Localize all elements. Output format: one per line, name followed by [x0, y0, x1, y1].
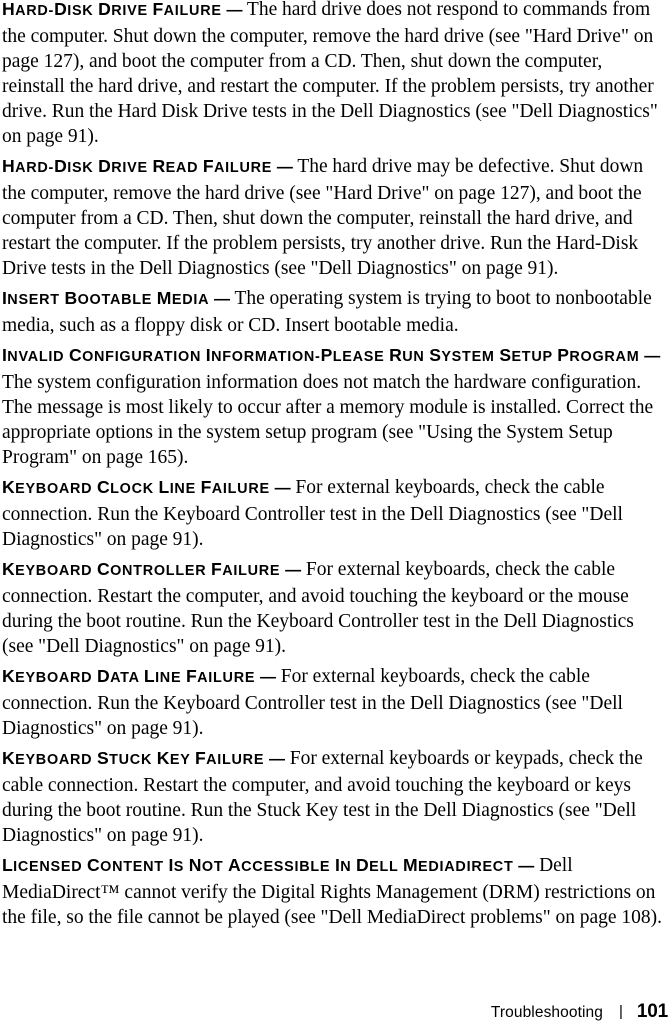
term-initial: P	[557, 345, 570, 365]
em-dash-separator: —	[644, 348, 661, 365]
term-initial: K	[2, 559, 16, 579]
term-initial: H	[2, 156, 16, 176]
message-entry: Hard-disk drive failure — The hard drive…	[2, 0, 667, 149]
term-initial: I	[2, 345, 8, 365]
message-entry: Keyboard clock line failure — For extern…	[2, 475, 667, 552]
message-entry: Keyboard data line failure — For externa…	[2, 664, 667, 741]
term-initial: K	[2, 477, 16, 497]
term-initial: r	[389, 345, 403, 365]
term-initial: p	[320, 345, 333, 365]
footer-separator: |	[618, 1003, 623, 1020]
term-initial: c	[68, 345, 83, 365]
term-initial: d	[98, 0, 112, 19]
em-dash-separator: —	[518, 858, 535, 875]
message-entry: Insert bootable media — The operating sy…	[2, 286, 667, 338]
message-entry: Invalid configuration information-please…	[2, 343, 667, 470]
term-initial: K	[2, 666, 16, 686]
message-term: Keyboard controller failure	[2, 559, 281, 579]
em-dash-separator: —	[268, 751, 285, 768]
term-initial: f	[152, 0, 164, 19]
page-body: Hard-disk drive failure — The hard drive…	[2, 0, 667, 935]
message-entry: Hard-disk drive read failure — The hard …	[2, 154, 667, 281]
message-term: Insert bootable media	[2, 288, 210, 308]
term-initial: S	[499, 345, 512, 365]
term-initial: f	[194, 748, 207, 768]
term-initial: a	[228, 855, 242, 875]
message-term: Invalid configuration information-please…	[2, 345, 640, 365]
message-term: Hard-disk drive read failure	[2, 156, 273, 176]
term-initial: f	[211, 559, 223, 579]
footer-section-title: Troubleshooting	[490, 1004, 603, 1021]
term-initial: b	[64, 288, 78, 308]
term-initial: f	[200, 477, 212, 497]
term-initial: n	[188, 855, 202, 875]
term-initial: i	[334, 855, 341, 875]
term-initial: M	[402, 855, 419, 875]
term-initial: d	[98, 156, 112, 176]
message-term: Hard-disk drive failure	[2, 0, 222, 19]
em-dash-separator: —	[285, 562, 302, 579]
term-initial: m	[156, 288, 172, 308]
em-dash-separator: —	[274, 480, 291, 497]
term-initial: s	[96, 748, 110, 768]
term-initial: c	[87, 855, 101, 875]
message-term: Licensed content is not accessible in De…	[2, 855, 514, 875]
term-initial: L	[2, 855, 14, 875]
em-dash-separator: —	[259, 669, 276, 686]
message-description: The hard drive does not respond to comma…	[2, 0, 658, 147]
term-initial: l	[143, 666, 156, 686]
term-initial: d	[54, 0, 68, 19]
term-initial: S	[429, 345, 442, 365]
manual-page: Hard-disk drive failure — The hard drive…	[0, 0, 669, 1031]
term-initial: r	[152, 156, 166, 176]
em-dash-separator: —	[226, 2, 243, 19]
em-dash-separator: —	[276, 159, 293, 176]
term-initial: i	[205, 345, 212, 365]
term-initial: d	[96, 666, 111, 686]
term-initial: f	[185, 666, 198, 686]
term-initial: f	[202, 156, 215, 176]
message-term: Keyboard stuck key failure	[2, 748, 265, 768]
term-initial: c	[96, 559, 111, 579]
page-number: 101	[636, 1001, 668, 1022]
message-description: The system configuration information doe…	[2, 372, 654, 468]
term-initial: D	[356, 855, 370, 875]
term-initial: k	[156, 748, 170, 768]
term-initial: I	[2, 288, 8, 308]
term-initial: l	[158, 477, 170, 497]
term-initial: i	[168, 855, 174, 875]
message-entry: Licensed content is not accessible in De…	[2, 853, 667, 930]
term-initial: H	[2, 0, 16, 19]
page-footer: Troubleshooting | 101	[0, 1001, 669, 1025]
message-entry: Keyboard controller failure — For extern…	[2, 557, 667, 659]
message-term: Keyboard clock line failure	[2, 477, 270, 497]
message-term: Keyboard data line failure	[2, 666, 256, 686]
em-dash-separator: —	[214, 291, 231, 308]
term-initial: K	[2, 748, 16, 768]
term-initial: c	[96, 477, 111, 497]
message-entry: Keyboard stuck key failure — For externa…	[2, 746, 667, 848]
term-initial: d	[54, 156, 68, 176]
